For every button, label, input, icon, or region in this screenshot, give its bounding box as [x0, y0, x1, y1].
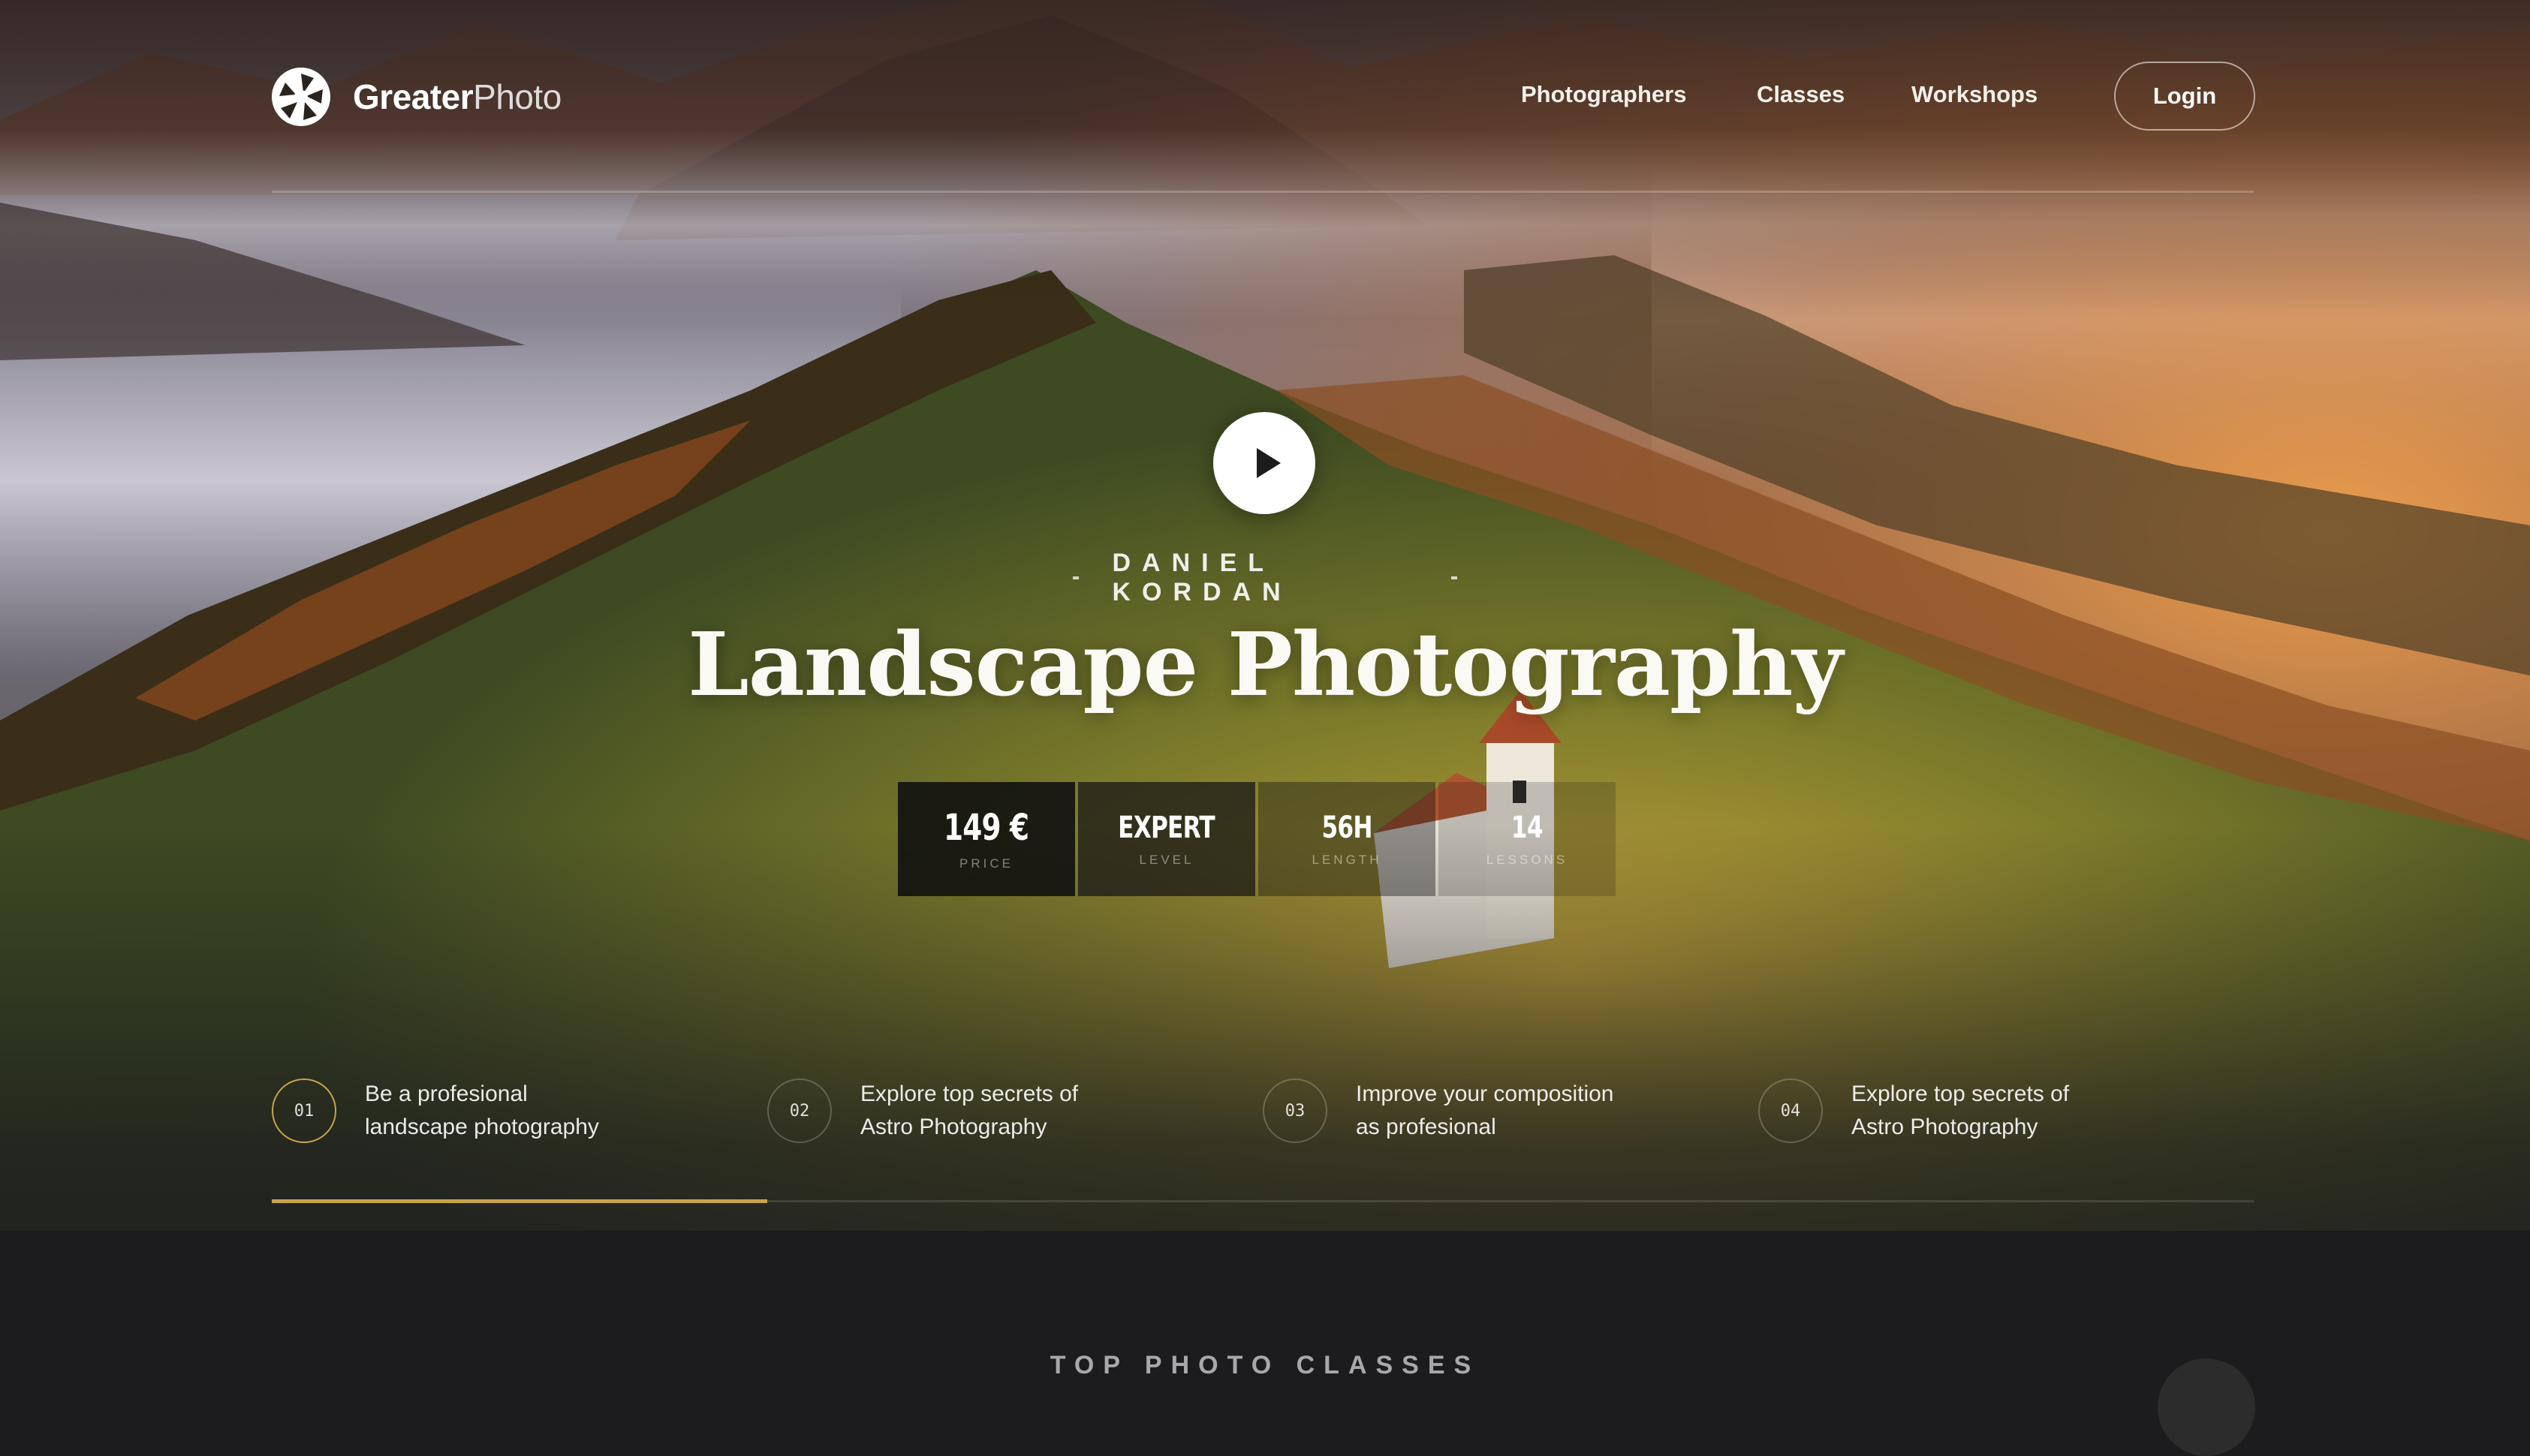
feature-text: Improve your composition as profesional: [1356, 1078, 1613, 1144]
stat-lessons: 14 LESSONS: [1438, 782, 1616, 896]
site-header: Greater Photo Photographers Classes Works…: [0, 0, 2530, 193]
stat-lessons-label: LESSONS: [1486, 853, 1568, 867]
stat-length: 56H LENGTH: [1258, 782, 1435, 896]
feature-number-badge: 01: [272, 1078, 336, 1143]
feature-item[interactable]: 01 Be a profesional landscape photograph…: [272, 1076, 599, 1145]
course-title: Landscape Photography: [688, 614, 1843, 716]
feature-number-badge: 02: [767, 1078, 832, 1143]
feature-text: Explore top secrets of Astro Photography: [860, 1078, 1078, 1144]
brand-logo[interactable]: Greater Photo: [270, 65, 562, 129]
stat-length-label: LENGTH: [1312, 853, 1382, 867]
stat-level-value: EXPERT: [1118, 811, 1216, 845]
section-heading-top-photo-classes: TOP PHOTO CLASSES: [1050, 1351, 1480, 1379]
feature-number-badge: 03: [1263, 1078, 1327, 1143]
feature-text-line: as profesional: [1356, 1115, 1496, 1139]
feature-text-line: Astro Photography: [860, 1115, 1047, 1139]
stat-level: EXPERT LEVEL: [1078, 782, 1255, 896]
stat-price-label: PRICE: [959, 856, 1014, 871]
scroll-down-button[interactable]: [2158, 1358, 2255, 1456]
instructor-name: DANIEL KORDAN: [1112, 549, 1292, 606]
brand-name-bold: Greater: [353, 77, 474, 116]
header-divider: [272, 191, 2254, 193]
feature-text-line: Be a profesional: [365, 1081, 528, 1106]
feature-text-line: Astro Photography: [1851, 1115, 2038, 1139]
aperture-logo-icon: [272, 68, 330, 126]
feature-text-line: Explore top secrets of: [1851, 1081, 2070, 1106]
feature-item[interactable]: 04 Explore top secrets of Astro Photogra…: [1758, 1076, 2069, 1145]
instructor-row: DANIEL KORDAN: [1040, 549, 1490, 606]
feature-progress-fill: [272, 1199, 767, 1203]
nav-link-workshops[interactable]: Workshops: [1911, 81, 2038, 108]
feature-item[interactable]: 03 Improve your composition as profesion…: [1263, 1076, 1613, 1145]
stat-price: 149 € PRICE: [898, 782, 1075, 896]
nav-link-classes[interactable]: Classes: [1757, 81, 1845, 108]
nav-link-photographers[interactable]: Photographers: [1521, 81, 1686, 108]
feature-text: Be a profesional landscape photography: [365, 1078, 599, 1144]
feature-number-badge: 04: [1758, 1078, 1823, 1143]
instructor-dash-left: [1073, 576, 1080, 579]
feature-text-line: Improve your composition: [1356, 1081, 1614, 1106]
instructor-dash-right: [1450, 576, 1457, 579]
feature-text: Explore top secrets of Astro Photography: [1851, 1078, 2069, 1144]
feature-progress-track: [272, 1199, 2254, 1203]
feature-text-line: Explore top secrets of: [860, 1081, 1079, 1106]
stat-price-value: 149 €: [944, 807, 1029, 849]
course-stats: 149 € PRICE EXPERT LEVEL 56H LENGTH 14 L…: [898, 782, 1619, 896]
stat-length-value: 56H: [1321, 811, 1372, 845]
play-icon: [1257, 448, 1281, 478]
play-video-button[interactable]: [1213, 412, 1315, 514]
feature-item[interactable]: 02 Explore top secrets of Astro Photogra…: [767, 1076, 1078, 1145]
stat-lessons-value: 14: [1511, 811, 1544, 845]
brand-name-light: Photo: [473, 77, 562, 116]
brand-name: Greater Photo: [353, 77, 562, 117]
feature-text-line: landscape photography: [365, 1115, 599, 1139]
login-button[interactable]: Login: [2114, 62, 2255, 131]
stat-level-label: LEVEL: [1139, 853, 1194, 867]
